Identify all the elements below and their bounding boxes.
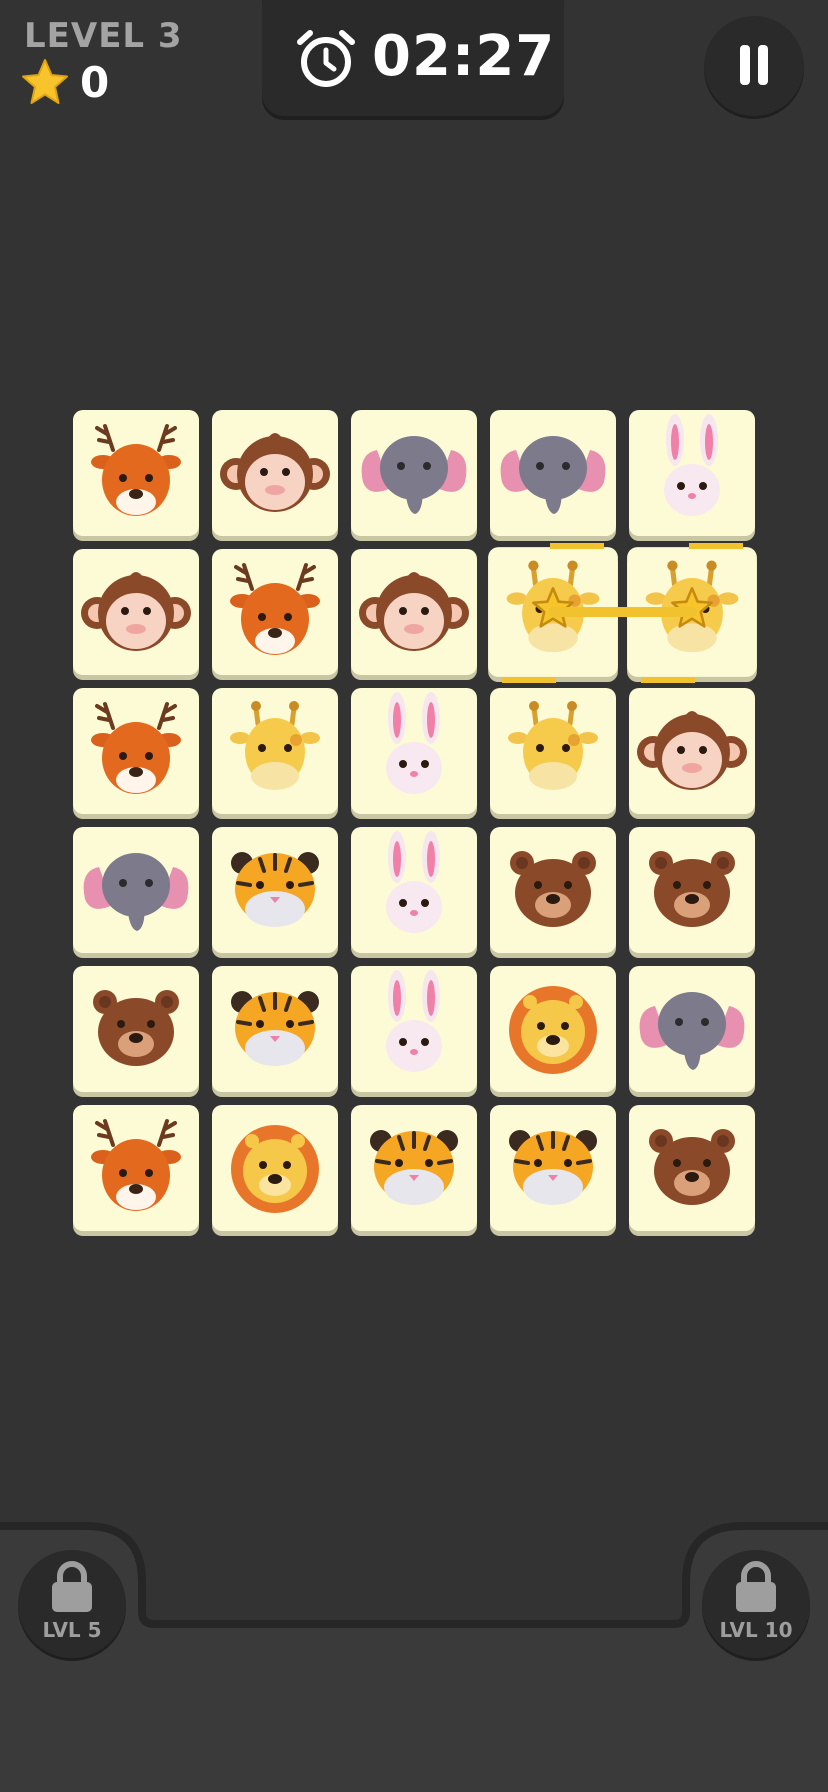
rabbit-icon <box>386 970 442 1072</box>
tile-deer[interactable] <box>73 410 199 536</box>
elephant-icon <box>83 853 189 931</box>
tile-bear[interactable] <box>629 827 755 953</box>
giraffe-icon <box>645 560 739 653</box>
monkey-icon <box>637 711 747 790</box>
tile-giraffe[interactable] <box>488 547 618 677</box>
giraffe-icon <box>230 701 320 790</box>
giraffe-icon <box>506 560 600 653</box>
locked-powerup-button[interactable]: LVL 10 <box>702 1550 810 1658</box>
powerup-label: LVL 10 <box>719 1618 793 1642</box>
elephant-icon <box>500 436 606 514</box>
rabbit-icon <box>386 831 442 933</box>
lion-icon <box>509 986 597 1074</box>
tile-bear[interactable] <box>490 827 616 953</box>
locked-powerup-button[interactable]: LVL 5 <box>18 1550 126 1658</box>
elephant-icon <box>361 436 467 514</box>
tiger-icon <box>509 1130 597 1205</box>
tile-tiger[interactable] <box>490 1105 616 1231</box>
bear-icon <box>649 851 735 927</box>
tile-monkey[interactable] <box>212 410 338 536</box>
tile-deer[interactable] <box>212 549 338 675</box>
tile-rabbit[interactable] <box>351 688 477 814</box>
tile-elephant[interactable] <box>73 827 199 953</box>
tile-deer[interactable] <box>73 1105 199 1231</box>
tile-monkey[interactable] <box>629 688 755 814</box>
tile-deer[interactable] <box>73 688 199 814</box>
tile-bear[interactable] <box>73 966 199 1092</box>
powerup-label: LVL 5 <box>42 1618 102 1642</box>
elephant-icon <box>639 992 745 1070</box>
bottom-tray <box>0 1522 828 1792</box>
deer-icon <box>230 563 320 655</box>
tile-monkey[interactable] <box>73 549 199 675</box>
tiger-icon <box>231 852 319 927</box>
monkey-icon <box>81 572 191 651</box>
bear-icon <box>649 1129 735 1205</box>
tile-giraffe[interactable] <box>212 688 338 814</box>
tile-tiger[interactable] <box>351 1105 477 1231</box>
tile-bear[interactable] <box>629 1105 755 1231</box>
tile-giraffe[interactable] <box>627 547 757 677</box>
lion-icon <box>231 1125 319 1213</box>
rabbit-icon <box>664 414 720 516</box>
giraffe-icon <box>508 701 598 790</box>
tile-tiger[interactable] <box>212 966 338 1092</box>
rabbit-icon <box>386 692 442 794</box>
tile-monkey[interactable] <box>351 549 477 675</box>
deer-icon <box>91 424 181 516</box>
tile-lion[interactable] <box>490 966 616 1092</box>
tile-lion[interactable] <box>212 1105 338 1231</box>
monkey-icon <box>220 433 330 512</box>
deer-icon <box>91 702 181 794</box>
tile-elephant[interactable] <box>351 410 477 536</box>
tile-tiger[interactable] <box>212 827 338 953</box>
tile-rabbit[interactable] <box>629 410 755 536</box>
lock-icon <box>52 1561 92 1612</box>
tile-rabbit[interactable] <box>351 827 477 953</box>
tile-elephant[interactable] <box>490 410 616 536</box>
tile-elephant[interactable] <box>629 966 755 1092</box>
bear-icon <box>510 851 596 927</box>
monkey-icon <box>359 572 469 651</box>
tiger-icon <box>231 991 319 1066</box>
bear-icon <box>93 990 179 1066</box>
tile-giraffe[interactable] <box>490 688 616 814</box>
lock-icon <box>736 1561 776 1612</box>
deer-icon <box>91 1119 181 1211</box>
tile-rabbit[interactable] <box>351 966 477 1092</box>
tiger-icon <box>370 1130 458 1205</box>
